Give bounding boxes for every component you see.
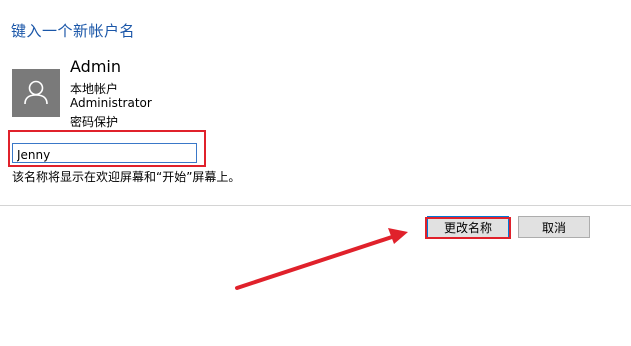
account-name: Admin — [70, 57, 121, 76]
page-heading: 键入一个新帐户名 — [11, 22, 136, 40]
account-group: Administrator — [70, 96, 152, 110]
password-status: 密码保护 — [70, 115, 119, 129]
cancel-button[interactable]: 取消 — [518, 216, 590, 238]
avatar — [12, 69, 60, 117]
user-icon — [12, 69, 60, 117]
name-hint: 该名称将显示在欢迎屏幕和“开始”屏幕上。 — [12, 170, 241, 184]
new-name-input[interactable] — [13, 146, 196, 164]
divider — [0, 205, 631, 206]
new-name-field[interactable] — [12, 143, 197, 164]
rename-button[interactable]: 更改名称 — [427, 216, 509, 238]
account-type: 本地帐户 — [70, 82, 119, 96]
